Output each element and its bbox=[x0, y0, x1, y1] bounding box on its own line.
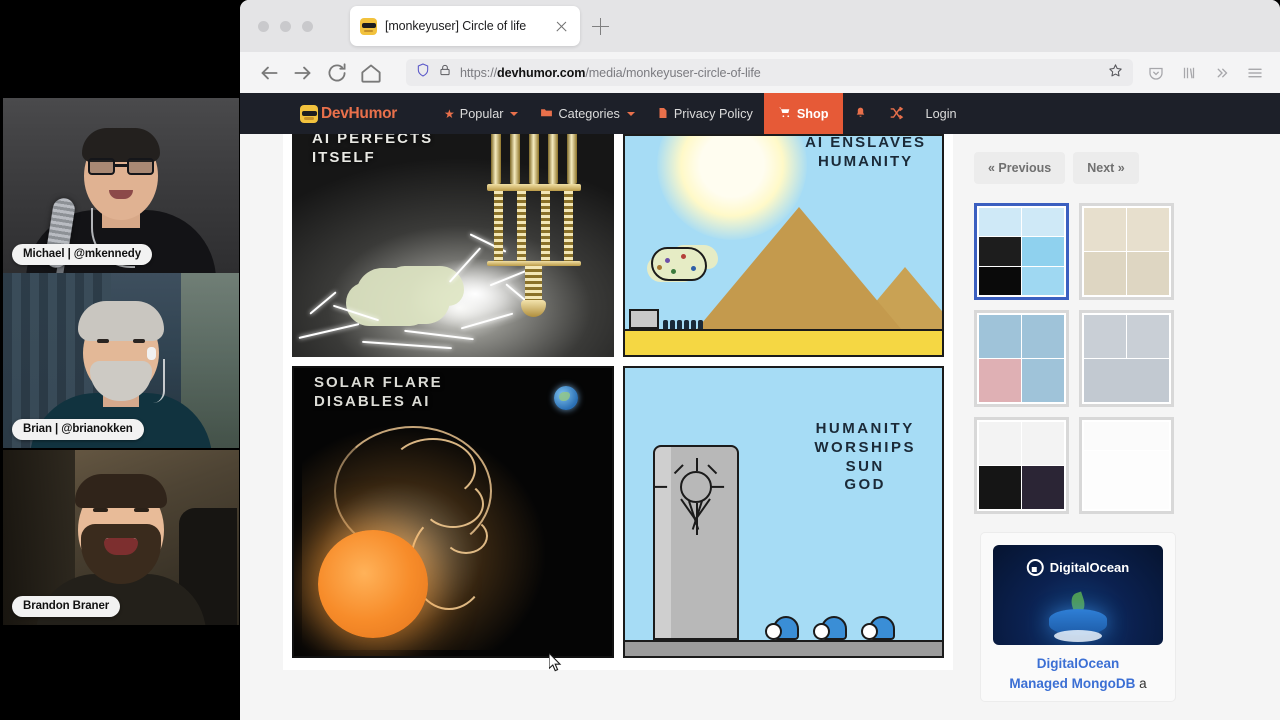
nav-item-login[interactable]: Login bbox=[915, 93, 968, 134]
ad-headline-line-1: DigitalOcean bbox=[1036, 656, 1120, 671]
thumbnail-4[interactable] bbox=[1079, 310, 1174, 407]
tab-title: [monkeyuser] Circle of life bbox=[385, 19, 527, 33]
advertisement[interactable]: DigitalOcean DigitalOcean Managed MongoD… bbox=[980, 532, 1176, 703]
participant-name-badge: Michael | @mkennedy bbox=[12, 244, 152, 265]
library-icon[interactable] bbox=[1180, 64, 1198, 82]
site-logo[interactable]: DevHumor bbox=[300, 104, 397, 123]
nav-item-shop[interactable]: Shop bbox=[763, 93, 843, 134]
close-icon[interactable] bbox=[553, 18, 570, 35]
nav-item-popular[interactable]: ★ Popular bbox=[433, 93, 530, 134]
bell-icon bbox=[854, 106, 867, 122]
forward-arrow-icon[interactable] bbox=[290, 60, 316, 86]
web-page: DevHumor ★ Popular Categories Privacy Po… bbox=[240, 93, 1280, 720]
sun-graphic bbox=[318, 530, 428, 638]
nav-label: Popular bbox=[459, 106, 504, 121]
worshipper bbox=[764, 614, 799, 640]
next-button[interactable]: Next » bbox=[1073, 152, 1139, 184]
ai-cloud-graphic bbox=[650, 247, 707, 281]
hamburger-menu-icon[interactable] bbox=[1246, 64, 1264, 82]
pagination-controls: « Previous Next » bbox=[934, 152, 1234, 184]
participant-name-badge: Brian | @brianokken bbox=[12, 419, 144, 440]
star-icon: ★ bbox=[443, 106, 455, 121]
browser-toolbar: https://devhumor.com/media/monkeyuser-ci… bbox=[240, 52, 1280, 93]
nav-label: Categories bbox=[558, 106, 620, 121]
nav-label: Login bbox=[925, 106, 957, 121]
nav-item-shuffle[interactable] bbox=[878, 93, 915, 134]
sunglasses-emoji-icon bbox=[300, 104, 318, 123]
thumbnail-3[interactable] bbox=[974, 310, 1069, 407]
thumbnail-2[interactable] bbox=[1079, 203, 1174, 300]
digitalocean-logo: DigitalOcean bbox=[1026, 559, 1130, 576]
ad-logo-text: DigitalOcean bbox=[1049, 560, 1130, 575]
sidebar: « Previous Next » DigitalOcean DigitalOc… bbox=[934, 152, 1234, 703]
participant-name-badge: Brandon Braner bbox=[12, 596, 121, 617]
close-window-button[interactable] bbox=[258, 21, 269, 32]
shuffle-icon bbox=[889, 106, 904, 122]
comic-panel-grid: AI PERFECTS ITSELF AI ENSLAVES HUMANITY … bbox=[292, 134, 944, 658]
site-navbar: DevHumor ★ Popular Categories Privacy Po… bbox=[240, 93, 1280, 134]
panel-caption: SOLAR FLARE DISABLES AI bbox=[314, 374, 443, 410]
digitalocean-mark-icon bbox=[1026, 559, 1044, 576]
video-tile-brandon[interactable]: Brandon Braner bbox=[3, 450, 239, 625]
screen-root: Michael | @mkennedy Brian | @brianokken bbox=[0, 0, 1280, 720]
overflow-chevrons-icon[interactable] bbox=[1213, 64, 1231, 82]
comic-panel-4[interactable]: HUMANITY WORSHIPS SUN GOD bbox=[622, 366, 944, 658]
ad-headline-line-2: Managed MongoDB bbox=[1009, 675, 1136, 691]
document-icon bbox=[657, 106, 669, 122]
machine-graphic bbox=[486, 134, 581, 317]
video-call-column: Michael | @mkennedy Brian | @brianokken bbox=[0, 0, 240, 720]
chevron-down-icon bbox=[510, 111, 519, 120]
shield-icon[interactable] bbox=[415, 62, 431, 83]
ad-headline: DigitalOcean Managed MongoDB a bbox=[993, 654, 1163, 693]
thumbnail-grid bbox=[934, 203, 1234, 514]
bookmark-star-icon[interactable] bbox=[1107, 62, 1124, 84]
worshipper bbox=[860, 614, 895, 640]
nav-item-categories[interactable]: Categories bbox=[529, 93, 645, 134]
comic-panel-3[interactable]: SOLAR FLARE DISABLES AI bbox=[292, 366, 614, 658]
previous-button[interactable]: « Previous bbox=[974, 152, 1066, 184]
chevron-down-icon bbox=[626, 111, 635, 120]
nav-item-privacy-policy[interactable]: Privacy Policy bbox=[646, 93, 764, 134]
panel-caption: HUMANITY WORSHIPS SUN GOD bbox=[814, 420, 916, 494]
address-bar[interactable]: https://devhumor.com/media/monkeyuser-ci… bbox=[406, 59, 1133, 86]
comic-card: AI PERFECTS ITSELF AI ENSLAVES HUMANITY … bbox=[283, 134, 953, 670]
browser-window: [monkeyuser] Circle of life https://devh… bbox=[240, 0, 1280, 720]
thumbnail-5[interactable] bbox=[974, 417, 1069, 514]
video-tile-michael[interactable]: Michael | @mkennedy bbox=[3, 98, 239, 273]
browser-toolbar-icons bbox=[1147, 64, 1264, 82]
pocket-icon[interactable] bbox=[1147, 64, 1165, 82]
ad-trailing-text: a bbox=[1139, 675, 1147, 691]
panel-caption: AI PERFECTS ITSELF bbox=[312, 134, 434, 166]
lock-icon bbox=[438, 63, 452, 82]
video-tile-brian[interactable]: Brian | @brianokken bbox=[3, 273, 239, 448]
thumbnail-1[interactable] bbox=[974, 203, 1069, 300]
browser-tab-active[interactable]: [monkeyuser] Circle of life bbox=[350, 6, 580, 46]
ad-image: DigitalOcean bbox=[993, 545, 1163, 645]
nav-item-notifications[interactable] bbox=[843, 93, 878, 134]
folder-icon bbox=[540, 106, 553, 121]
minimize-window-button[interactable] bbox=[280, 21, 291, 32]
new-tab-button[interactable] bbox=[592, 18, 609, 35]
panel-caption: AI ENSLAVES HUMANITY bbox=[805, 134, 926, 170]
earth-graphic bbox=[553, 386, 578, 410]
sunglasses-emoji-icon bbox=[360, 17, 377, 35]
nav-label: Privacy Policy bbox=[673, 106, 753, 121]
back-arrow-icon[interactable] bbox=[256, 60, 282, 86]
comic-panel-1[interactable]: AI PERFECTS ITSELF bbox=[292, 134, 614, 357]
maximize-window-button[interactable] bbox=[302, 21, 313, 32]
monolith-graphic bbox=[652, 445, 739, 640]
comic-panel-2[interactable]: AI ENSLAVES HUMANITY bbox=[622, 134, 944, 357]
reload-icon[interactable] bbox=[324, 60, 350, 86]
page-content: AI PERFECTS ITSELF AI ENSLAVES HUMANITY … bbox=[240, 134, 1280, 720]
window-controls[interactable] bbox=[258, 21, 313, 32]
nav-label: Shop bbox=[796, 106, 829, 121]
browser-tab-strip: [monkeyuser] Circle of life bbox=[240, 0, 1280, 52]
worshipper bbox=[812, 614, 847, 640]
mouse-cursor bbox=[548, 651, 562, 672]
brand-name: DevHumor bbox=[321, 104, 397, 122]
cart-icon bbox=[778, 106, 792, 121]
url-text: https://devhumor.com/media/monkeyuser-ci… bbox=[460, 65, 761, 80]
thumbnail-6[interactable] bbox=[1079, 417, 1174, 514]
home-icon[interactable] bbox=[358, 60, 384, 86]
